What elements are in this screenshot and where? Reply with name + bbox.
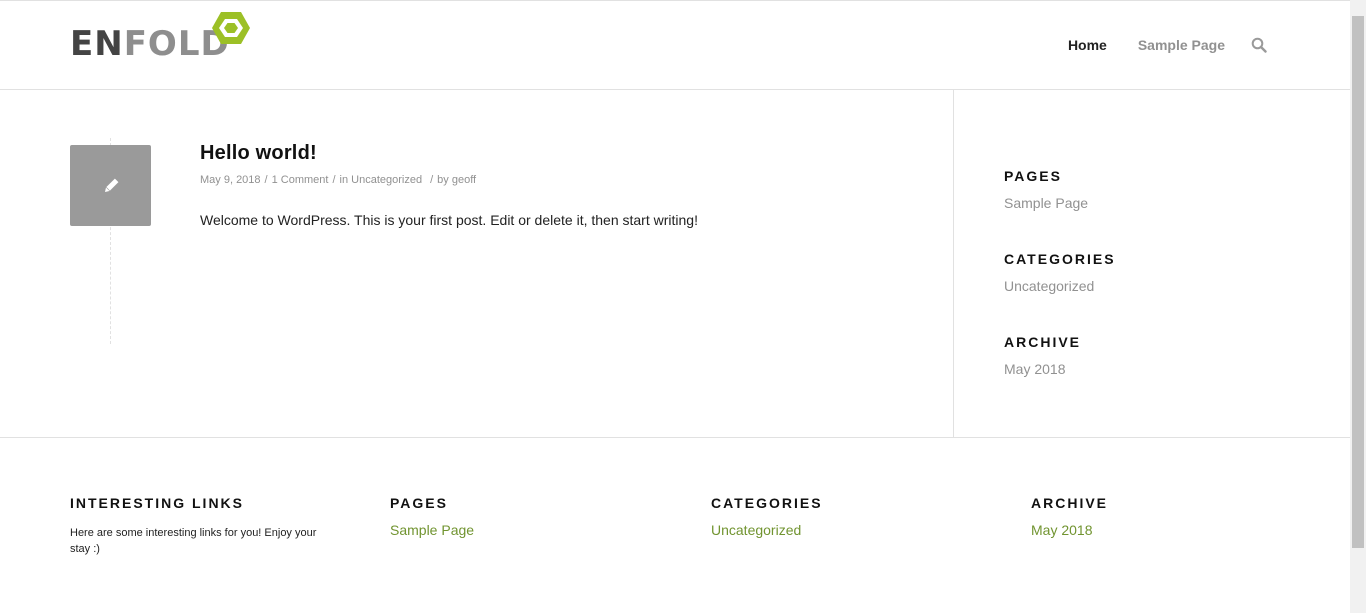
- post-excerpt: Welcome to WordPress. This is your first…: [200, 212, 698, 228]
- sidebar-link-uncategorized[interactable]: Uncategorized: [1004, 278, 1116, 294]
- widget-title: PAGES: [390, 495, 448, 511]
- sidebar-pages-widget: PAGES Sample Page: [1004, 168, 1088, 211]
- sidebar-link-may-2018[interactable]: May 2018: [1004, 361, 1081, 377]
- post-date[interactable]: May 9, 2018: [200, 174, 261, 186]
- sidebar-categories-widget: CATEGORIES Uncategorized: [1004, 251, 1116, 294]
- widget-title: CATEGORIES: [711, 495, 823, 511]
- hexagon-logo-icon: [212, 12, 250, 44]
- widget-title: PAGES: [1004, 168, 1062, 184]
- post-title[interactable]: Hello world!: [200, 142, 317, 165]
- post-format-box[interactable]: [70, 145, 151, 226]
- meta-separator: /: [430, 174, 434, 186]
- post-comments[interactable]: 1 Comment: [272, 174, 329, 186]
- page-scrollbar[interactable]: [1350, 0, 1366, 613]
- widget-title: ARCHIVE: [1004, 334, 1082, 350]
- post-author[interactable]: geoff: [452, 174, 476, 186]
- site-footer: INTERESTING LINKS Here are some interest…: [0, 439, 1350, 613]
- search-icon[interactable]: [1251, 37, 1267, 53]
- pencil-icon: [104, 178, 118, 192]
- footer-link-uncategorized[interactable]: Uncategorized: [711, 522, 823, 538]
- footer-categories-widget: CATEGORIES Uncategorized: [711, 495, 823, 538]
- site-header: ENFOLD Home Sample Page: [0, 0, 1350, 90]
- footer-pages-widget: PAGES Sample Page: [390, 495, 474, 538]
- main-nav: Home Sample Page: [1037, 37, 1267, 53]
- widget-title: CATEGORIES: [1004, 251, 1116, 267]
- sidebar-archive-widget: ARCHIVE May 2018: [1004, 334, 1081, 377]
- meta-separator: /: [264, 174, 268, 186]
- category-prefix: in: [339, 174, 349, 186]
- sidebar-link-sample-page[interactable]: Sample Page: [1004, 195, 1088, 211]
- post-category[interactable]: Uncategorized: [351, 174, 422, 186]
- widget-title: ARCHIVE: [1031, 495, 1109, 511]
- footer-text: Here are some interesting links for you!…: [70, 527, 317, 555]
- nav-sample-page[interactable]: Sample Page: [1138, 37, 1225, 53]
- footer-archive-widget: ARCHIVE May 2018: [1031, 495, 1108, 538]
- site-logo[interactable]: ENFOLD: [70, 11, 250, 63]
- footer-link-may-2018[interactable]: May 2018: [1031, 522, 1108, 538]
- scrollbar-thumb[interactable]: [1352, 16, 1364, 548]
- nav-home[interactable]: Home: [1068, 37, 1107, 53]
- logo-wordmark: ENFOLD: [70, 24, 230, 64]
- footer-interesting-links: INTERESTING LINKS Here are some interest…: [70, 495, 330, 557]
- author-prefix: by: [437, 174, 449, 186]
- sidebar-divider: [953, 90, 954, 438]
- post-meta: May 9, 2018/1 Comment / in Uncategorized / b…: [200, 174, 476, 186]
- main-content: Hello world! May 9, 2018/1 Comment / in Un…: [0, 90, 1350, 438]
- widget-title: INTERESTING LINKS: [70, 495, 245, 511]
- meta-separator: /: [332, 174, 336, 186]
- footer-link-sample-page[interactable]: Sample Page: [390, 522, 474, 538]
